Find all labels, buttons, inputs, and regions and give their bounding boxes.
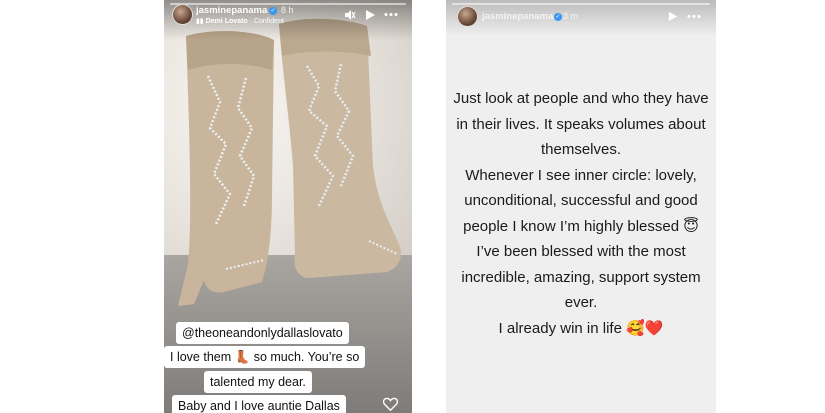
play-icon[interactable] [667,11,678,22]
story-card-right[interactable]: jasminepanama ✓ 3 m Just look at people … [446,0,716,413]
avatar[interactable] [172,4,193,25]
story-text-line: I already win in life 🥰❤️ [498,319,664,337]
cowboy-boot-left-image [178,31,274,307]
music-bars-icon: ▮▮ [196,18,204,25]
music-separator: · [249,18,252,25]
story-text-line: I’ve been blessed with the most [476,243,686,260]
caption-line-1: I love them 👢 so much. You’re so [164,346,366,368]
caption-mention[interactable]: @theoneandonlydallaslovato [176,322,349,344]
post-time: 8 h [281,5,294,15]
play-icon[interactable] [364,9,376,21]
story-text-line: people I know I’m highly blessed 😇 [463,217,699,235]
mute-icon[interactable] [344,9,356,21]
more-icon[interactable] [384,12,398,17]
story-card-left[interactable]: jasminepanama ✓ 8 h ▮▮ Demi Lovato · Con… [164,0,412,413]
heart-icon[interactable] [383,397,398,411]
story-text-line: Whenever I see inner circle: lovely, [465,166,697,184]
post-time: 3 m [563,11,579,21]
username[interactable]: jasminepanama [196,5,267,16]
avatar[interactable] [457,6,478,27]
music-song: Confident [253,18,284,25]
story-text-line: incredible, amazing, support system [461,268,701,286]
story-progress-bar [452,3,710,5]
music-label[interactable]: ▮▮ Demi Lovato · Confident [196,17,284,25]
story-text-line: themselves. [540,141,622,158]
verified-badge-icon: ✓ [554,13,562,21]
story-text-line: unconditional, successful and good [464,192,698,209]
verified-badge-icon: ✓ [269,7,277,15]
music-artist: Demi Lovato [205,18,248,25]
story-text-line: ever. [564,294,598,311]
story-text-line: Just look at people and who they have [453,90,709,107]
caption-line-2: talented my dear. [204,371,312,393]
story-text-line: in their lives. It speaks volumes about [456,115,706,133]
username[interactable]: jasminepanama [482,11,553,22]
caption-line-3: Baby and I love auntie Dallas [172,395,346,413]
story-text: Just look at people and who they have in… [446,86,716,341]
boot-emoji-icon: 👢 [234,350,251,364]
more-icon[interactable] [687,14,701,19]
